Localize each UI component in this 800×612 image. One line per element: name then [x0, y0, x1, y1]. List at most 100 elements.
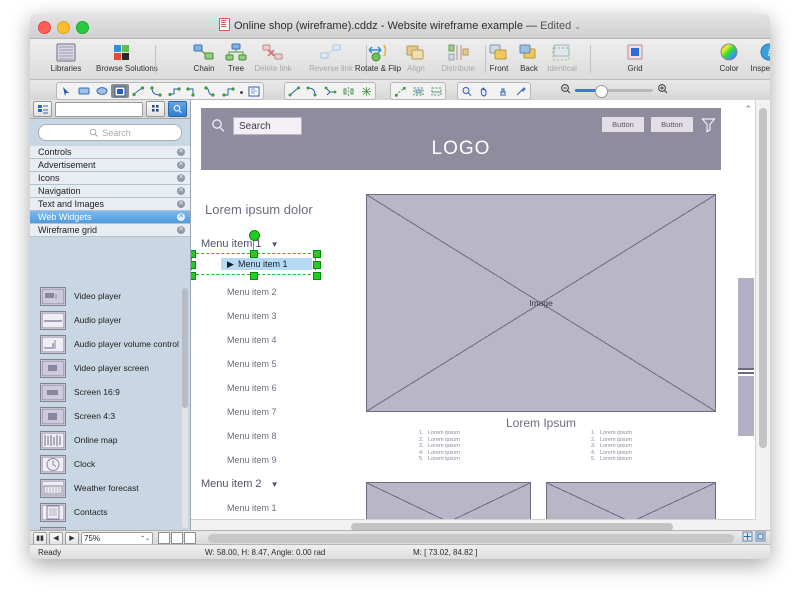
zoom-out-icon[interactable] — [560, 81, 571, 99]
category-text-and-images[interactable]: Text and Images ✕ — [30, 198, 190, 211]
toolbar-button-libraries[interactable]: Libraries — [40, 42, 92, 73]
stamp-icon[interactable] — [494, 84, 512, 98]
resize-handle-se[interactable] — [313, 272, 321, 280]
line-connector-icon[interactable] — [129, 84, 147, 98]
stencil-item[interactable]: Video player — [30, 284, 190, 308]
resize-handle-s[interactable] — [250, 272, 258, 280]
zoom-level-field[interactable]: 75% ⌃⌄ — [81, 531, 153, 545]
chevron-down-icon[interactable]: ▼ — [271, 480, 279, 489]
close-icon[interactable]: ✕ — [177, 148, 185, 156]
bezier-connector-icon[interactable] — [201, 84, 219, 98]
close-icon[interactable]: ✕ — [177, 161, 185, 169]
ungroup-icon[interactable] — [427, 84, 445, 98]
polyline-connector-icon[interactable] — [219, 84, 237, 98]
funnel-icon[interactable] — [701, 117, 716, 138]
stencil-item[interactable]: Screen 4:3 — [30, 404, 190, 428]
menu-item-5[interactable]: Menu item 5 — [227, 359, 277, 369]
chevron-down-icon[interactable]: ▼ — [271, 240, 279, 249]
zoom-slider-track[interactable] — [575, 84, 653, 98]
stencil-item[interactable]: Screen 16:9 — [30, 380, 190, 404]
library-path-field[interactable] — [55, 101, 143, 117]
wireframe-header[interactable]: Search Button Button LOGO — [201, 108, 721, 170]
zoom-slider[interactable] — [560, 81, 668, 99]
category-web-widgets[interactable]: Web Widgets ✕ — [30, 211, 190, 224]
curve-connector-icon[interactable] — [147, 84, 165, 98]
arc-line-icon[interactable] — [303, 84, 321, 98]
rotate-icon[interactable] — [391, 84, 409, 98]
stop-icon[interactable]: ▮▮ — [33, 531, 47, 545]
wireframe-search-input[interactable]: Search — [233, 117, 302, 135]
stencil-list[interactable]: Video player Audio player Audio player v… — [30, 284, 190, 534]
menu-group-2-item-1[interactable]: Menu item 1 — [227, 503, 277, 513]
resize-handle-nw[interactable] — [191, 250, 196, 258]
stencil-item[interactable]: Online map — [30, 428, 190, 452]
wireframe-button-2[interactable]: Button — [651, 117, 693, 132]
menu-item-3[interactable]: Menu item 3 — [227, 311, 277, 321]
chevron-down-icon[interactable]: ⌄ — [574, 22, 581, 31]
search-input[interactable]: Search — [38, 124, 182, 141]
resize-handle-e[interactable] — [313, 261, 321, 269]
stencil-item[interactable]: Contacts — [30, 500, 190, 524]
library-scrollbar-thumb[interactable] — [182, 288, 188, 408]
group-icon[interactable] — [409, 84, 427, 98]
page-2[interactable] — [171, 532, 183, 544]
toolbar-button-browse-solutions[interactable]: Browse Solutions — [96, 42, 158, 73]
image-placeholder-main[interactable]: Image — [366, 194, 716, 412]
straight-line-icon[interactable] — [285, 84, 303, 98]
page-selector[interactable] — [158, 532, 196, 544]
category-icons[interactable]: Icons ✕ — [30, 172, 190, 185]
zoom-slider-knob[interactable] — [595, 84, 608, 98]
grid-view-icon[interactable] — [146, 101, 165, 117]
library-scrollbar[interactable] — [182, 288, 188, 528]
menu-item-4[interactable]: Menu item 4 — [227, 335, 277, 345]
resize-handle-n[interactable] — [250, 250, 258, 258]
zoom-in-icon[interactable] — [657, 81, 668, 99]
resize-handle-w[interactable] — [191, 261, 196, 269]
document-canvas[interactable]: Search Button Button LOGO Lorem ipsum do… — [191, 100, 756, 520]
menu-item-6[interactable]: Menu item 6 — [227, 383, 277, 393]
stencil-item[interactable]: Video player screen — [30, 356, 190, 380]
image-placeholder-bottom-left[interactable] — [366, 482, 531, 520]
ellipse-icon[interactable] — [93, 84, 111, 98]
stepper-icon[interactable]: ⌃⌄ — [140, 535, 150, 542]
rectangle-icon[interactable] — [75, 84, 93, 98]
category-controls[interactable]: Controls ✕ — [30, 146, 190, 159]
close-icon[interactable]: ✕ — [177, 174, 185, 182]
close-icon[interactable]: ✕ — [177, 213, 185, 221]
toolbar-button-grid[interactable]: Grid — [617, 42, 653, 73]
close-icon[interactable]: ✕ — [177, 200, 185, 208]
menu-item-9[interactable]: Menu item 9 — [227, 455, 277, 465]
square-frame-icon[interactable] — [111, 84, 129, 98]
stencil-item[interactable]: Audio player volume control — [30, 332, 190, 356]
category-navigation[interactable]: Navigation ✕ — [30, 185, 190, 198]
category-advertisement[interactable]: Advertisement ✕ — [30, 159, 190, 172]
resize-handle-ne[interactable] — [313, 250, 321, 258]
eyedropper-icon[interactable] — [512, 84, 530, 98]
line-tool-group[interactable] — [284, 82, 376, 100]
hand-icon[interactable] — [476, 84, 494, 98]
dot-icon[interactable] — [237, 84, 245, 98]
stencil-item[interactable]: Clock — [30, 452, 190, 476]
stencil-item[interactable]: Audio player — [30, 308, 190, 332]
previous-page-button[interactable]: ◀ — [49, 531, 63, 545]
toolbar-button-inspectors[interactable]: i Inspectors — [745, 42, 770, 73]
wireframe-button-1[interactable]: Button — [602, 117, 644, 132]
zoom-bar-track[interactable] — [208, 533, 734, 543]
next-page-button[interactable]: ▶ — [65, 531, 79, 545]
shape-tool-group[interactable] — [56, 82, 264, 100]
toolbar-button-color[interactable]: Color — [711, 42, 747, 73]
pointer-icon[interactable] — [57, 84, 75, 98]
category-wireframe-grid[interactable]: Wireframe grid ✕ — [30, 224, 190, 237]
text-box-icon[interactable] — [245, 84, 263, 98]
canvas-vertical-scrollbar[interactable] — [755, 100, 770, 534]
image-placeholder-bottom-right[interactable] — [546, 482, 716, 520]
view-tool-group[interactable] — [457, 82, 531, 100]
vertical-scrollbar-thumb[interactable] — [759, 108, 767, 448]
zoom-icon[interactable] — [458, 84, 476, 98]
page-1[interactable] — [158, 532, 170, 544]
menu-item-2[interactable]: Menu item 2 — [227, 287, 277, 297]
menu-item-7[interactable]: Menu item 7 — [227, 407, 277, 417]
canvas-area[interactable]: Search Button Button LOGO Lorem ipsum do… — [191, 100, 770, 534]
stencil-item[interactable]: Weather forecast — [30, 476, 190, 500]
mirror-icon[interactable] — [339, 84, 357, 98]
